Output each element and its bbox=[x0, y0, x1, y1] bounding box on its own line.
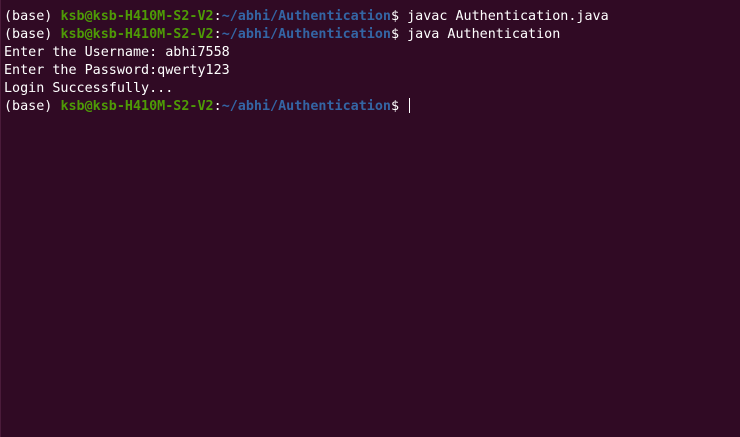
user-host: ksb@ksb-H410M-S2-V2 bbox=[60, 27, 214, 42]
command-text: javac Authentication.java bbox=[407, 9, 609, 24]
conda-env-label: (base) bbox=[4, 27, 61, 42]
prompt-colon: : bbox=[213, 27, 222, 42]
working-directory: ~/abhi/Authentication bbox=[221, 99, 391, 114]
output-line-password: Enter the Password:qwerty123 bbox=[4, 63, 230, 78]
command-text: java Authentication bbox=[407, 27, 561, 42]
working-directory: ~/abhi/Authentication bbox=[221, 9, 391, 24]
prompt-line: (base) ksb@ksb-H410M-S2-V2:~/abhi/Authen… bbox=[4, 26, 740, 44]
scrollbar[interactable] bbox=[734, 0, 740, 437]
user-host: ksb@ksb-H410M-S2-V2 bbox=[60, 9, 214, 24]
conda-env-label: (base) bbox=[4, 99, 61, 114]
active-prompt-line[interactable]: (base) ksb@ksb-H410M-S2-V2:~/abhi/Authen… bbox=[4, 98, 740, 116]
user-host: ksb@ksb-H410M-S2-V2 bbox=[60, 99, 214, 114]
text-cursor bbox=[409, 98, 411, 113]
prompt-symbol: $ bbox=[391, 9, 408, 24]
prompt-symbol: $ bbox=[391, 27, 408, 42]
prompt-colon: : bbox=[213, 9, 222, 24]
output-line-username: Enter the Username: abhi7558 bbox=[4, 45, 230, 60]
terminal-window[interactable]: (base) ksb@ksb-H410M-S2-V2:~/abhi/Authen… bbox=[0, 0, 740, 437]
prompt-symbol: $ bbox=[391, 99, 408, 114]
prompt-line: (base) ksb@ksb-H410M-S2-V2:~/abhi/Authen… bbox=[4, 8, 740, 26]
prompt-colon: : bbox=[213, 99, 222, 114]
working-directory: ~/abhi/Authentication bbox=[221, 27, 391, 42]
output-line-login-status: Login Successfully... bbox=[4, 81, 174, 96]
window-left-border bbox=[0, 0, 1, 437]
conda-env-label: (base) bbox=[4, 9, 61, 24]
